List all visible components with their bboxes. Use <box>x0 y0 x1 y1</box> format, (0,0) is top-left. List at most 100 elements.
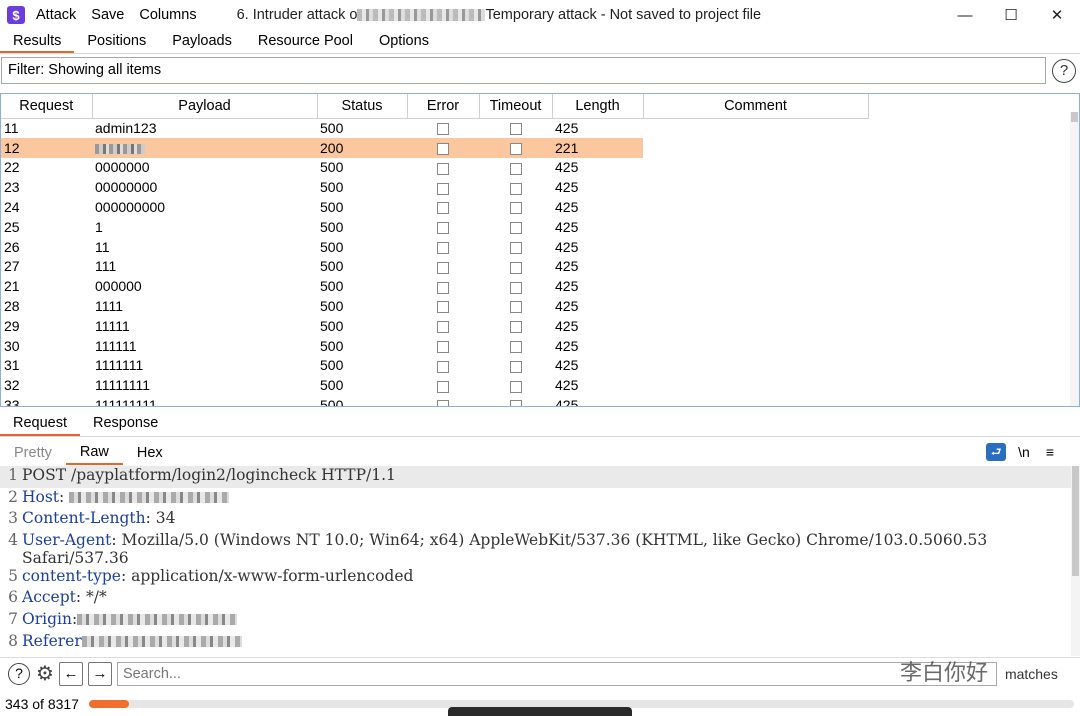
menu-bar: Attack Save Columns <box>36 7 212 23</box>
redacted-value <box>81 636 242 648</box>
tab-request[interactable]: Request <box>0 412 81 436</box>
tab-options[interactable]: Options <box>366 30 442 53</box>
col-error[interactable]: Error <box>407 94 480 119</box>
table-row[interactable]: 31 1111111 500 425 <box>1 356 868 376</box>
status-cell: 500 <box>320 377 344 394</box>
tab-response[interactable]: Response <box>80 412 171 436</box>
next-arrow-icon[interactable]: → <box>87 661 112 686</box>
word-wrap-icon[interactable]: ⮐ <box>986 443 1007 461</box>
checkbox-icon <box>509 301 522 314</box>
timeout-checkbox <box>479 197 552 217</box>
tab-results[interactable]: Results <box>0 30 75 53</box>
request-cell: 26 <box>4 238 20 255</box>
show-newlines-button[interactable]: \n <box>1018 444 1030 460</box>
error-checkbox <box>407 395 479 406</box>
payload-cell: 1111 <box>95 298 124 315</box>
gear-icon[interactable]: ⚙ <box>36 661 54 686</box>
help-icon[interactable]: ? <box>1052 59 1076 83</box>
search-input[interactable]: Search... <box>116 661 997 686</box>
status-cell: 500 <box>320 199 344 216</box>
table-row[interactable]: 23 00000000 500 425 <box>1 177 868 197</box>
comment-cell <box>643 276 868 296</box>
table-scroll-thumb[interactable] <box>1071 112 1078 122</box>
minimize-button[interactable]: — <box>942 0 988 30</box>
table-row[interactable]: 33 111111111 500 425 <box>1 395 868 406</box>
checkbox-icon <box>437 202 449 215</box>
help-icon[interactable]: ? <box>8 662 30 685</box>
status-cell: 500 <box>320 357 344 374</box>
header-name: Content-Length <box>22 509 146 528</box>
checkbox-icon <box>509 360 522 373</box>
table-row[interactable]: 22 0000000 500 425 <box>1 158 868 178</box>
col-timeout[interactable]: Timeout <box>479 94 553 119</box>
error-checkbox <box>407 316 479 336</box>
length-cell: 425 <box>555 199 579 216</box>
redacted-value <box>69 492 230 504</box>
line-content: Referer <box>22 632 1072 654</box>
col-status[interactable]: Status <box>317 94 408 119</box>
table-row[interactable]: 27 111 500 425 <box>1 257 868 277</box>
error-checkbox <box>407 158 479 178</box>
payload-cell: admin123 <box>95 120 157 137</box>
editor-line: 1 POST /payplatform/login2/logincheck HTT… <box>0 466 1080 488</box>
line-number: 5 <box>8 566 18 585</box>
tab-resource-pool[interactable]: Resource Pool <box>245 30 366 53</box>
header-name: content-type <box>22 566 121 585</box>
comment-cell <box>643 375 868 395</box>
table-row[interactable]: 25 1 500 425 <box>1 217 868 237</box>
editor-line: 4 User-Agent: Mozilla/5.0 (Windows NT 10.… <box>0 531 1080 567</box>
col-comment[interactable]: Comment <box>643 94 869 119</box>
table-scrollbar[interactable] <box>1070 112 1079 406</box>
table-row[interactable]: 28 1111 500 425 <box>1 296 868 316</box>
tab-hex[interactable]: Hex <box>123 442 177 464</box>
comment-cell <box>643 118 868 138</box>
close-button[interactable]: ✕ <box>1034 0 1080 30</box>
request-editor[interactable]: 1 POST /payplatform/login2/logincheck HTT… <box>0 466 1080 656</box>
tab-positions[interactable]: Positions <box>74 30 159 53</box>
timeout-checkbox <box>479 118 552 138</box>
table-row[interactable]: 29 11111 500 425 <box>1 316 868 336</box>
line-number: 6 <box>8 588 18 607</box>
checkbox-icon <box>509 202 522 215</box>
comment-cell <box>643 138 868 158</box>
table-row[interactable]: 21 000000 500 425 <box>1 276 868 296</box>
tab-payloads[interactable]: Payloads <box>159 30 245 53</box>
line-number: 4 <box>8 530 18 549</box>
header-value: : */* <box>75 588 107 607</box>
editor-scrollbar[interactable] <box>1071 466 1080 656</box>
col-request[interactable]: Request <box>1 94 93 119</box>
table-row[interactable]: 11 admin123 500 425 <box>1 118 868 138</box>
table-row[interactable]: 26 11 500 425 <box>1 237 868 257</box>
tab-pretty[interactable]: Pretty <box>0 442 66 464</box>
window-title: 6. Intruder attack o Temporary attack - N… <box>237 7 762 23</box>
previous-arrow-icon[interactable]: ← <box>58 661 83 686</box>
col-length[interactable]: Length <box>552 94 644 119</box>
request-cell: 25 <box>4 218 20 235</box>
comment-cell <box>643 336 868 356</box>
maximize-button[interactable]: ☐ <box>988 0 1034 30</box>
menu-columns[interactable]: Columns <box>139 7 196 23</box>
menu-save[interactable]: Save <box>91 7 124 23</box>
header-name: Referer <box>22 631 82 650</box>
comment-cell <box>643 316 868 336</box>
filter-bar[interactable]: Filter: Showing all items <box>1 57 1046 84</box>
table-row[interactable]: 30 111111 500 425 <box>1 336 868 356</box>
tab-raw[interactable]: Raw <box>65 441 123 465</box>
line-number: 8 <box>8 631 18 650</box>
watermark: 李白你好 <box>900 661 989 686</box>
table-row[interactable]: 12 200 221 <box>1 137 868 158</box>
table-row[interactable]: 24 000000000 500 425 <box>1 197 868 217</box>
editor-line: 5 content-type: application/x-www-form-ur… <box>0 567 1080 589</box>
line-number: 7 <box>8 609 18 628</box>
col-payload[interactable]: Payload <box>92 94 318 119</box>
timeout-checkbox <box>479 257 552 277</box>
editor-scroll-thumb[interactable] <box>1072 466 1079 576</box>
menu-icon[interactable]: ≡ <box>1046 444 1054 460</box>
payload-cell: 1111111 <box>95 357 144 374</box>
timeout-checkbox <box>479 296 552 316</box>
checkbox-icon <box>437 360 449 373</box>
table-row[interactable]: 32 11111111 500 425 <box>1 375 868 395</box>
error-checkbox <box>407 177 479 197</box>
line-content: Host: <box>22 488 1072 510</box>
menu-attack[interactable]: Attack <box>36 7 76 23</box>
